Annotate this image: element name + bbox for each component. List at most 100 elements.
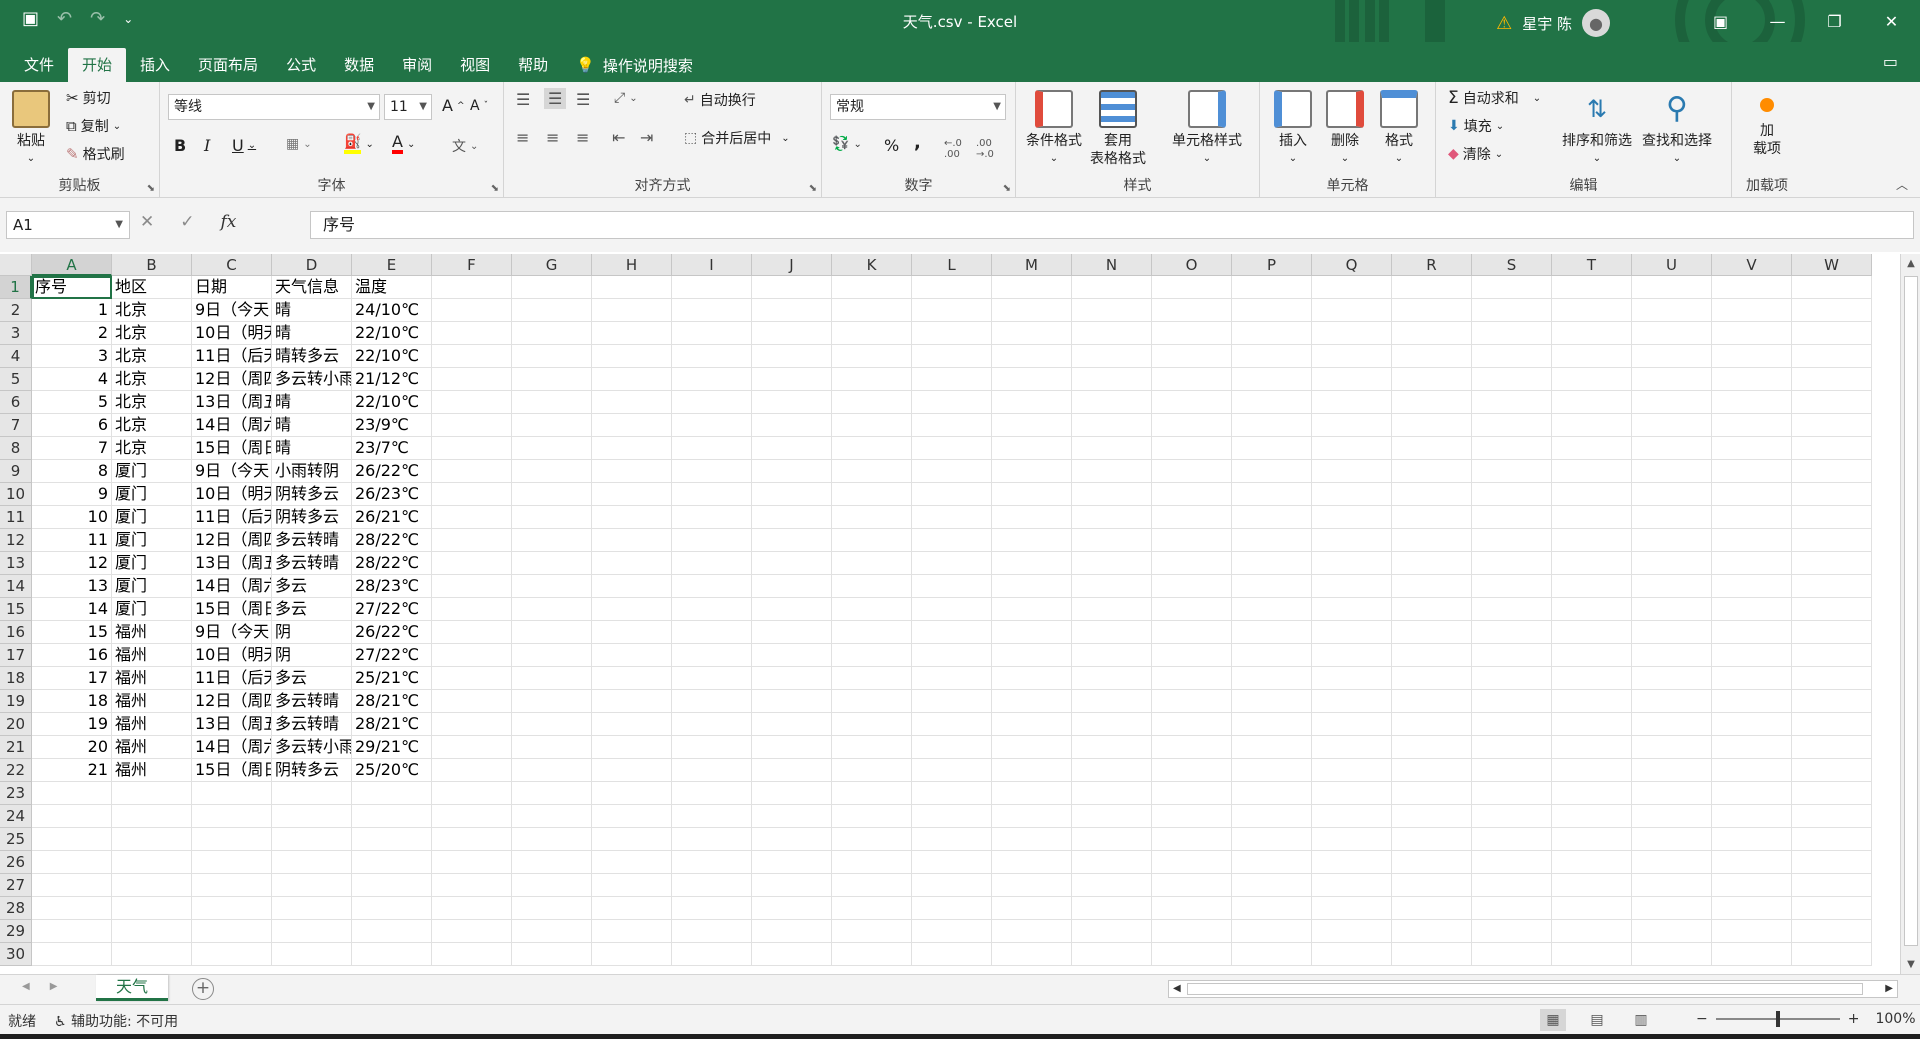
empty-cell[interactable] [1152,299,1232,322]
empty-cell[interactable] [1712,414,1792,437]
table-cell[interactable]: 阴 [272,644,352,667]
empty-cell[interactable] [592,644,672,667]
empty-cell[interactable] [1632,621,1712,644]
empty-cell[interactable] [1072,943,1152,966]
empty-cell[interactable] [912,759,992,782]
empty-cell[interactable] [592,713,672,736]
table-cell[interactable]: 22/10℃ [352,322,432,345]
delete-cells-button[interactable]: 删除 ⌄ [1326,90,1364,168]
empty-cell[interactable] [1552,644,1632,667]
empty-cell[interactable] [912,276,992,299]
row-header[interactable]: 29 [0,920,32,943]
empty-cell[interactable] [752,690,832,713]
empty-cell[interactable] [832,276,912,299]
header-cell[interactable]: 序号 [32,276,112,299]
empty-cell[interactable] [1312,391,1392,414]
empty-cell[interactable] [1792,299,1872,322]
empty-cell[interactable] [432,276,512,299]
empty-cell[interactable] [992,828,1072,851]
empty-cell[interactable] [592,575,672,598]
empty-cell[interactable] [432,690,512,713]
column-header[interactable]: T [1552,254,1632,276]
empty-cell[interactable] [32,943,112,966]
empty-cell[interactable] [1072,529,1152,552]
empty-cell[interactable] [1152,345,1232,368]
font-size-combo[interactable]: 11 ▼ [384,94,432,120]
empty-cell[interactable] [1552,621,1632,644]
table-cell[interactable]: 厦门 [112,552,192,575]
empty-cell[interactable] [432,759,512,782]
empty-cell[interactable] [272,851,352,874]
empty-cell[interactable] [912,920,992,943]
empty-cell[interactable] [1472,460,1552,483]
column-header[interactable]: B [112,254,192,276]
empty-cell[interactable] [832,920,912,943]
empty-cell[interactable] [1472,943,1552,966]
table-cell[interactable]: 11日（后天 [192,506,272,529]
empty-cell[interactable] [1472,851,1552,874]
empty-cell[interactable] [1632,368,1712,391]
empty-cell[interactable] [1392,805,1472,828]
empty-cell[interactable] [432,805,512,828]
phonetic-button[interactable]: 文 ⌄ [452,136,478,156]
decrease-decimal-button[interactable]: .00 →.0 [976,138,994,160]
empty-cell[interactable] [1152,598,1232,621]
column-header[interactable]: L [912,254,992,276]
empty-cell[interactable] [672,897,752,920]
empty-cell[interactable] [1632,529,1712,552]
table-cell[interactable]: 22/10℃ [352,391,432,414]
table-cell[interactable]: 26/22℃ [352,621,432,644]
empty-cell[interactable] [1312,667,1392,690]
empty-cell[interactable] [832,368,912,391]
table-cell[interactable]: 北京 [112,437,192,460]
empty-cell[interactable] [1152,437,1232,460]
empty-cell[interactable] [1472,552,1552,575]
empty-cell[interactable] [432,782,512,805]
header-cell[interactable]: 日期 [192,276,272,299]
empty-cell[interactable] [912,736,992,759]
empty-cell[interactable] [1152,322,1232,345]
empty-cell[interactable] [512,805,592,828]
empty-cell[interactable] [1712,667,1792,690]
empty-cell[interactable] [992,299,1072,322]
sort-filter-button[interactable]: ⇅ 排序和筛选 ⌄ [1562,90,1632,168]
empty-cell[interactable] [592,805,672,828]
empty-cell[interactable] [1232,920,1312,943]
empty-cell[interactable] [672,598,752,621]
empty-cell[interactable] [832,391,912,414]
empty-cell[interactable] [512,299,592,322]
empty-cell[interactable] [992,506,1072,529]
empty-cell[interactable] [1152,920,1232,943]
empty-cell[interactable] [592,345,672,368]
empty-cell[interactable] [1072,598,1152,621]
empty-cell[interactable] [912,874,992,897]
table-cell[interactable]: 福州 [112,644,192,667]
empty-cell[interactable] [912,460,992,483]
empty-cell[interactable] [32,920,112,943]
table-cell[interactable]: 20 [32,736,112,759]
fill-color-button[interactable]: ⛽ ⌄ [344,134,374,154]
table-cell[interactable]: 多云 [272,598,352,621]
empty-cell[interactable] [992,667,1072,690]
empty-cell[interactable] [592,552,672,575]
empty-cell[interactable] [592,299,672,322]
empty-cell[interactable] [512,322,592,345]
table-cell[interactable]: 北京 [112,391,192,414]
empty-cell[interactable] [1152,713,1232,736]
table-cell[interactable]: 多云转晴 [272,713,352,736]
empty-cell[interactable] [992,345,1072,368]
empty-cell[interactable] [272,943,352,966]
table-cell[interactable]: 14日（周六 [192,575,272,598]
empty-cell[interactable] [1792,552,1872,575]
empty-cell[interactable] [832,437,912,460]
empty-cell[interactable] [1552,552,1632,575]
copy-button[interactable]: ⧉ 复制 ⌄ [66,116,121,136]
table-cell[interactable]: 24/10℃ [352,299,432,322]
empty-cell[interactable] [1312,460,1392,483]
empty-cell[interactable] [192,897,272,920]
empty-cell[interactable] [1472,621,1552,644]
table-cell[interactable]: 多云转小雨 [272,368,352,391]
empty-cell[interactable] [1232,483,1312,506]
empty-cell[interactable] [1072,621,1152,644]
empty-cell[interactable] [1392,276,1472,299]
